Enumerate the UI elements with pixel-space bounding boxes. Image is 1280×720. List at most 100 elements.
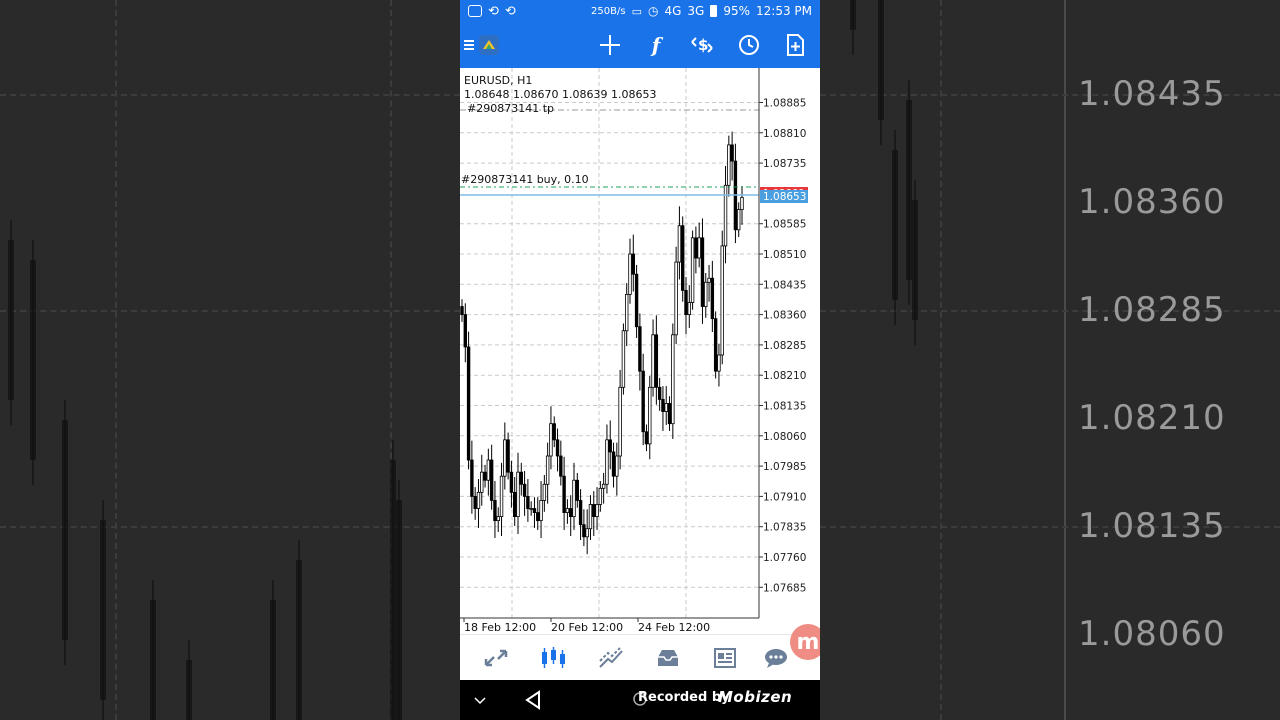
candle-body <box>664 403 668 412</box>
price-axis-label: 1.07985 <box>763 461 806 473</box>
cast-icon: ▭ <box>631 4 642 18</box>
price-axis-label: 1.08210 <box>763 370 806 382</box>
candle <box>601 472 606 504</box>
candle-body <box>644 431 649 445</box>
candle-body <box>615 455 619 477</box>
candle <box>486 448 491 496</box>
price-axis-label: 1.08435 <box>763 279 806 291</box>
news-icon[interactable] <box>711 645 739 671</box>
candle <box>552 416 556 448</box>
candle-body <box>513 491 517 517</box>
candle-body <box>592 504 596 518</box>
mobizen-logo: Mobizen <box>718 688 793 706</box>
candle <box>710 260 715 332</box>
candle <box>641 353 645 446</box>
alarm-icon: ◷ <box>647 4 659 18</box>
tp-label: #290873141 tp <box>467 102 554 115</box>
time-axis-label: 20 Feb 12:00 <box>551 621 623 634</box>
candle-body <box>499 475 504 518</box>
candle <box>704 272 708 318</box>
trade-icon[interactable] <box>597 645 625 671</box>
candle-body <box>694 237 698 259</box>
candle <box>476 479 481 528</box>
candle-body <box>526 495 530 509</box>
candle-body <box>740 197 744 210</box>
svg-text:$: $ <box>698 36 708 54</box>
candle-body <box>552 423 556 441</box>
candle <box>493 481 497 539</box>
candle <box>638 313 642 391</box>
candle <box>463 303 467 363</box>
history-icon[interactable] <box>654 645 682 671</box>
candle-body <box>503 439 507 477</box>
candle-body <box>595 504 599 518</box>
candlestick-chart[interactable]: #290873141 buy, 0.101.086601.08653 1.088… <box>460 68 820 634</box>
candle-body <box>687 302 691 315</box>
status-bar: ⟲ ⟲ 250B/s ▭ ◷ 4G 3G 95% 12:53 PM <box>460 0 820 22</box>
order-label: #290873141 buy, 0.10 <box>461 173 589 186</box>
chart-area[interactable]: #290873141 buy, 0.101.086601.08653 1.088… <box>460 68 820 634</box>
candle <box>690 230 695 310</box>
timeframe-icon[interactable] <box>736 32 762 58</box>
android-navigation-bar: Recorded by Mobizen <box>460 680 820 720</box>
candle-body <box>585 528 589 538</box>
chevron-down-icon[interactable] <box>470 690 490 710</box>
sync-icon: ⟲ <box>488 3 499 19</box>
price-axis-label: 1.08510 <box>763 249 806 261</box>
candle <box>737 202 741 238</box>
candle <box>516 452 520 534</box>
candle-body <box>690 237 695 303</box>
candle <box>575 472 579 508</box>
candle <box>681 216 685 302</box>
candle <box>536 497 540 530</box>
candle-body <box>483 471 487 481</box>
candle <box>611 442 616 488</box>
candle <box>707 264 711 302</box>
candle <box>460 299 464 322</box>
candle <box>694 226 698 274</box>
candle-body <box>549 423 553 457</box>
candle <box>671 323 675 440</box>
price-axis-label: 1.08735 <box>763 158 806 170</box>
candle-body <box>677 225 682 263</box>
candle <box>473 487 477 520</box>
candle <box>697 222 701 268</box>
candle-body <box>638 326 642 372</box>
candle <box>559 440 563 486</box>
candle-body <box>555 439 560 457</box>
candle <box>489 444 494 510</box>
symbols-icon[interactable]: $ <box>689 32 715 58</box>
candle <box>542 474 547 512</box>
quotes-icon[interactable] <box>482 645 510 671</box>
new-order-icon[interactable] <box>782 32 808 58</box>
candle <box>532 497 537 528</box>
app-logo-icon[interactable] <box>476 32 502 58</box>
candle <box>499 462 504 536</box>
indicators-icon[interactable]: f <box>643 32 669 58</box>
candle-body <box>667 403 672 425</box>
price-axis-label: 1.07910 <box>763 491 806 503</box>
candle-body <box>506 439 510 473</box>
candle <box>539 481 543 539</box>
bg-price-label: 1.08435 <box>1078 74 1226 114</box>
crosshair-icon[interactable] <box>597 32 623 58</box>
messages-icon[interactable] <box>762 645 790 671</box>
chart-icon[interactable] <box>539 645 567 671</box>
price-axis-label: 1.08885 <box>763 98 806 110</box>
candle <box>684 277 688 334</box>
candle <box>713 311 718 379</box>
candle-body <box>628 253 632 295</box>
candle <box>615 442 619 496</box>
back-icon[interactable] <box>522 689 544 711</box>
candle-body <box>476 491 481 509</box>
candle <box>466 331 471 470</box>
candle-body <box>671 334 675 425</box>
candle <box>526 479 530 522</box>
recording-badge[interactable]: m <box>790 624 820 660</box>
price-axis-label: 1.08060 <box>763 431 806 443</box>
candle-body <box>463 314 467 348</box>
price-axis-label: 1.07760 <box>763 552 806 564</box>
candle <box>588 495 593 541</box>
candle-body <box>529 508 533 510</box>
candle <box>618 369 622 470</box>
